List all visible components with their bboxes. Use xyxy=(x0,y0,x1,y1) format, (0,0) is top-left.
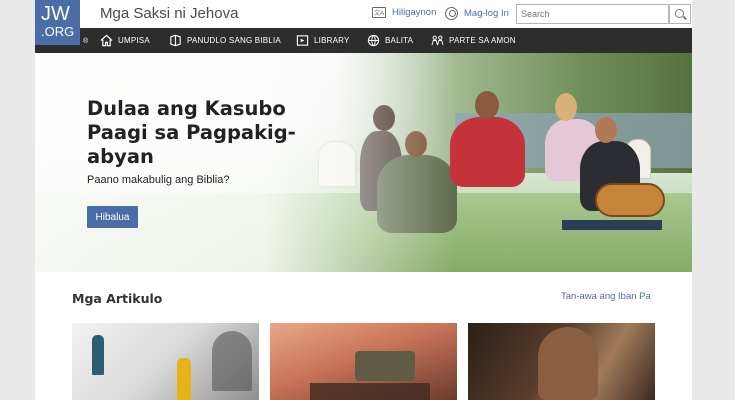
bible-icon xyxy=(170,34,181,47)
hero-guitar xyxy=(595,183,665,217)
article-1-figure-blue xyxy=(92,335,104,375)
library-icon xyxy=(296,35,309,46)
search-box xyxy=(516,4,691,24)
article-2-soldiers xyxy=(310,383,430,400)
article-2-tank xyxy=(355,351,415,381)
article-1-figure-yellow xyxy=(177,358,191,400)
nav-item-umpisa[interactable]: UMPISA xyxy=(100,28,150,53)
top-bar: JW .ORG ® Mga Saksi ni Jehova 文A Hiligay… xyxy=(35,0,692,53)
nav-label: PARTE SA AMON xyxy=(449,36,516,45)
nav-item-library[interactable]: LIBRARY xyxy=(296,28,350,53)
search-icon[interactable] xyxy=(669,4,691,24)
people-icon xyxy=(431,35,444,46)
hero-learn-more-button[interactable]: Hibalua xyxy=(87,206,138,228)
logo-text-jw: JW xyxy=(41,3,70,25)
hero-person-3 xyxy=(450,117,525,187)
article-card-3[interactable] xyxy=(468,323,655,400)
site-title[interactable]: Mga Saksi ni Jehova xyxy=(100,5,238,22)
home-icon xyxy=(100,34,113,47)
article-card-2[interactable] xyxy=(270,323,457,400)
search-input[interactable] xyxy=(517,5,669,23)
login-link[interactable]: Mag-log In xyxy=(445,7,509,20)
nav-label: UMPISA xyxy=(118,36,150,45)
logo-text-org: .ORG xyxy=(41,24,75,39)
nav-label: PANUDLO SANG BIBLIA xyxy=(187,36,281,45)
globe-icon xyxy=(367,34,380,47)
language-icon: 文A xyxy=(372,7,386,18)
language-label: Hiligaynon xyxy=(392,7,437,18)
main-nav: UMPISA PANUDLO SANG BIBLIA LIBRARY BALIT… xyxy=(35,28,692,53)
article-3-face xyxy=(538,327,598,400)
language-selector[interactable]: 文A Hiligaynon xyxy=(372,7,436,18)
article-1-shadow-figure xyxy=(212,331,252,391)
articles-heading: Mga Artikulo xyxy=(72,291,163,306)
see-more-link[interactable]: Tan-awa ang Iban Pa xyxy=(561,291,651,302)
hero-subtitle: Paano makabulig ang Biblia? xyxy=(87,174,230,186)
hero-title: Dulaa ang Kasubo Paagi sa Pagpakig-abyan xyxy=(87,97,296,168)
nav-item-panudlo[interactable]: PANUDLO SANG BIBLIA xyxy=(169,28,281,53)
hero-banner: Dulaa ang Kasubo Paagi sa Pagpakig-abyan… xyxy=(35,53,692,272)
jw-org-logo[interactable]: JW .ORG xyxy=(35,0,80,45)
nav-label: BALITA xyxy=(385,36,414,45)
articles-section: Mga Artikulo Tan-awa ang Iban Pa xyxy=(35,272,692,400)
hero-person-5-head xyxy=(595,117,617,143)
nav-label: LIBRARY xyxy=(314,36,350,45)
nav-item-balita[interactable]: BALITA xyxy=(367,28,413,53)
article-card-1[interactable] xyxy=(72,323,259,400)
user-icon xyxy=(445,7,458,20)
hero-guitar-case xyxy=(562,220,662,230)
registered-mark: ® xyxy=(83,38,89,45)
login-label: Mag-log In xyxy=(464,8,509,19)
nav-item-parte-sa-amon[interactable]: PARTE SA AMON xyxy=(431,28,516,53)
hero-person-3-head xyxy=(475,91,499,119)
page: JW .ORG ® Mga Saksi ni Jehova 文A Hiligay… xyxy=(35,0,692,400)
hero-person-4-head xyxy=(555,93,577,121)
